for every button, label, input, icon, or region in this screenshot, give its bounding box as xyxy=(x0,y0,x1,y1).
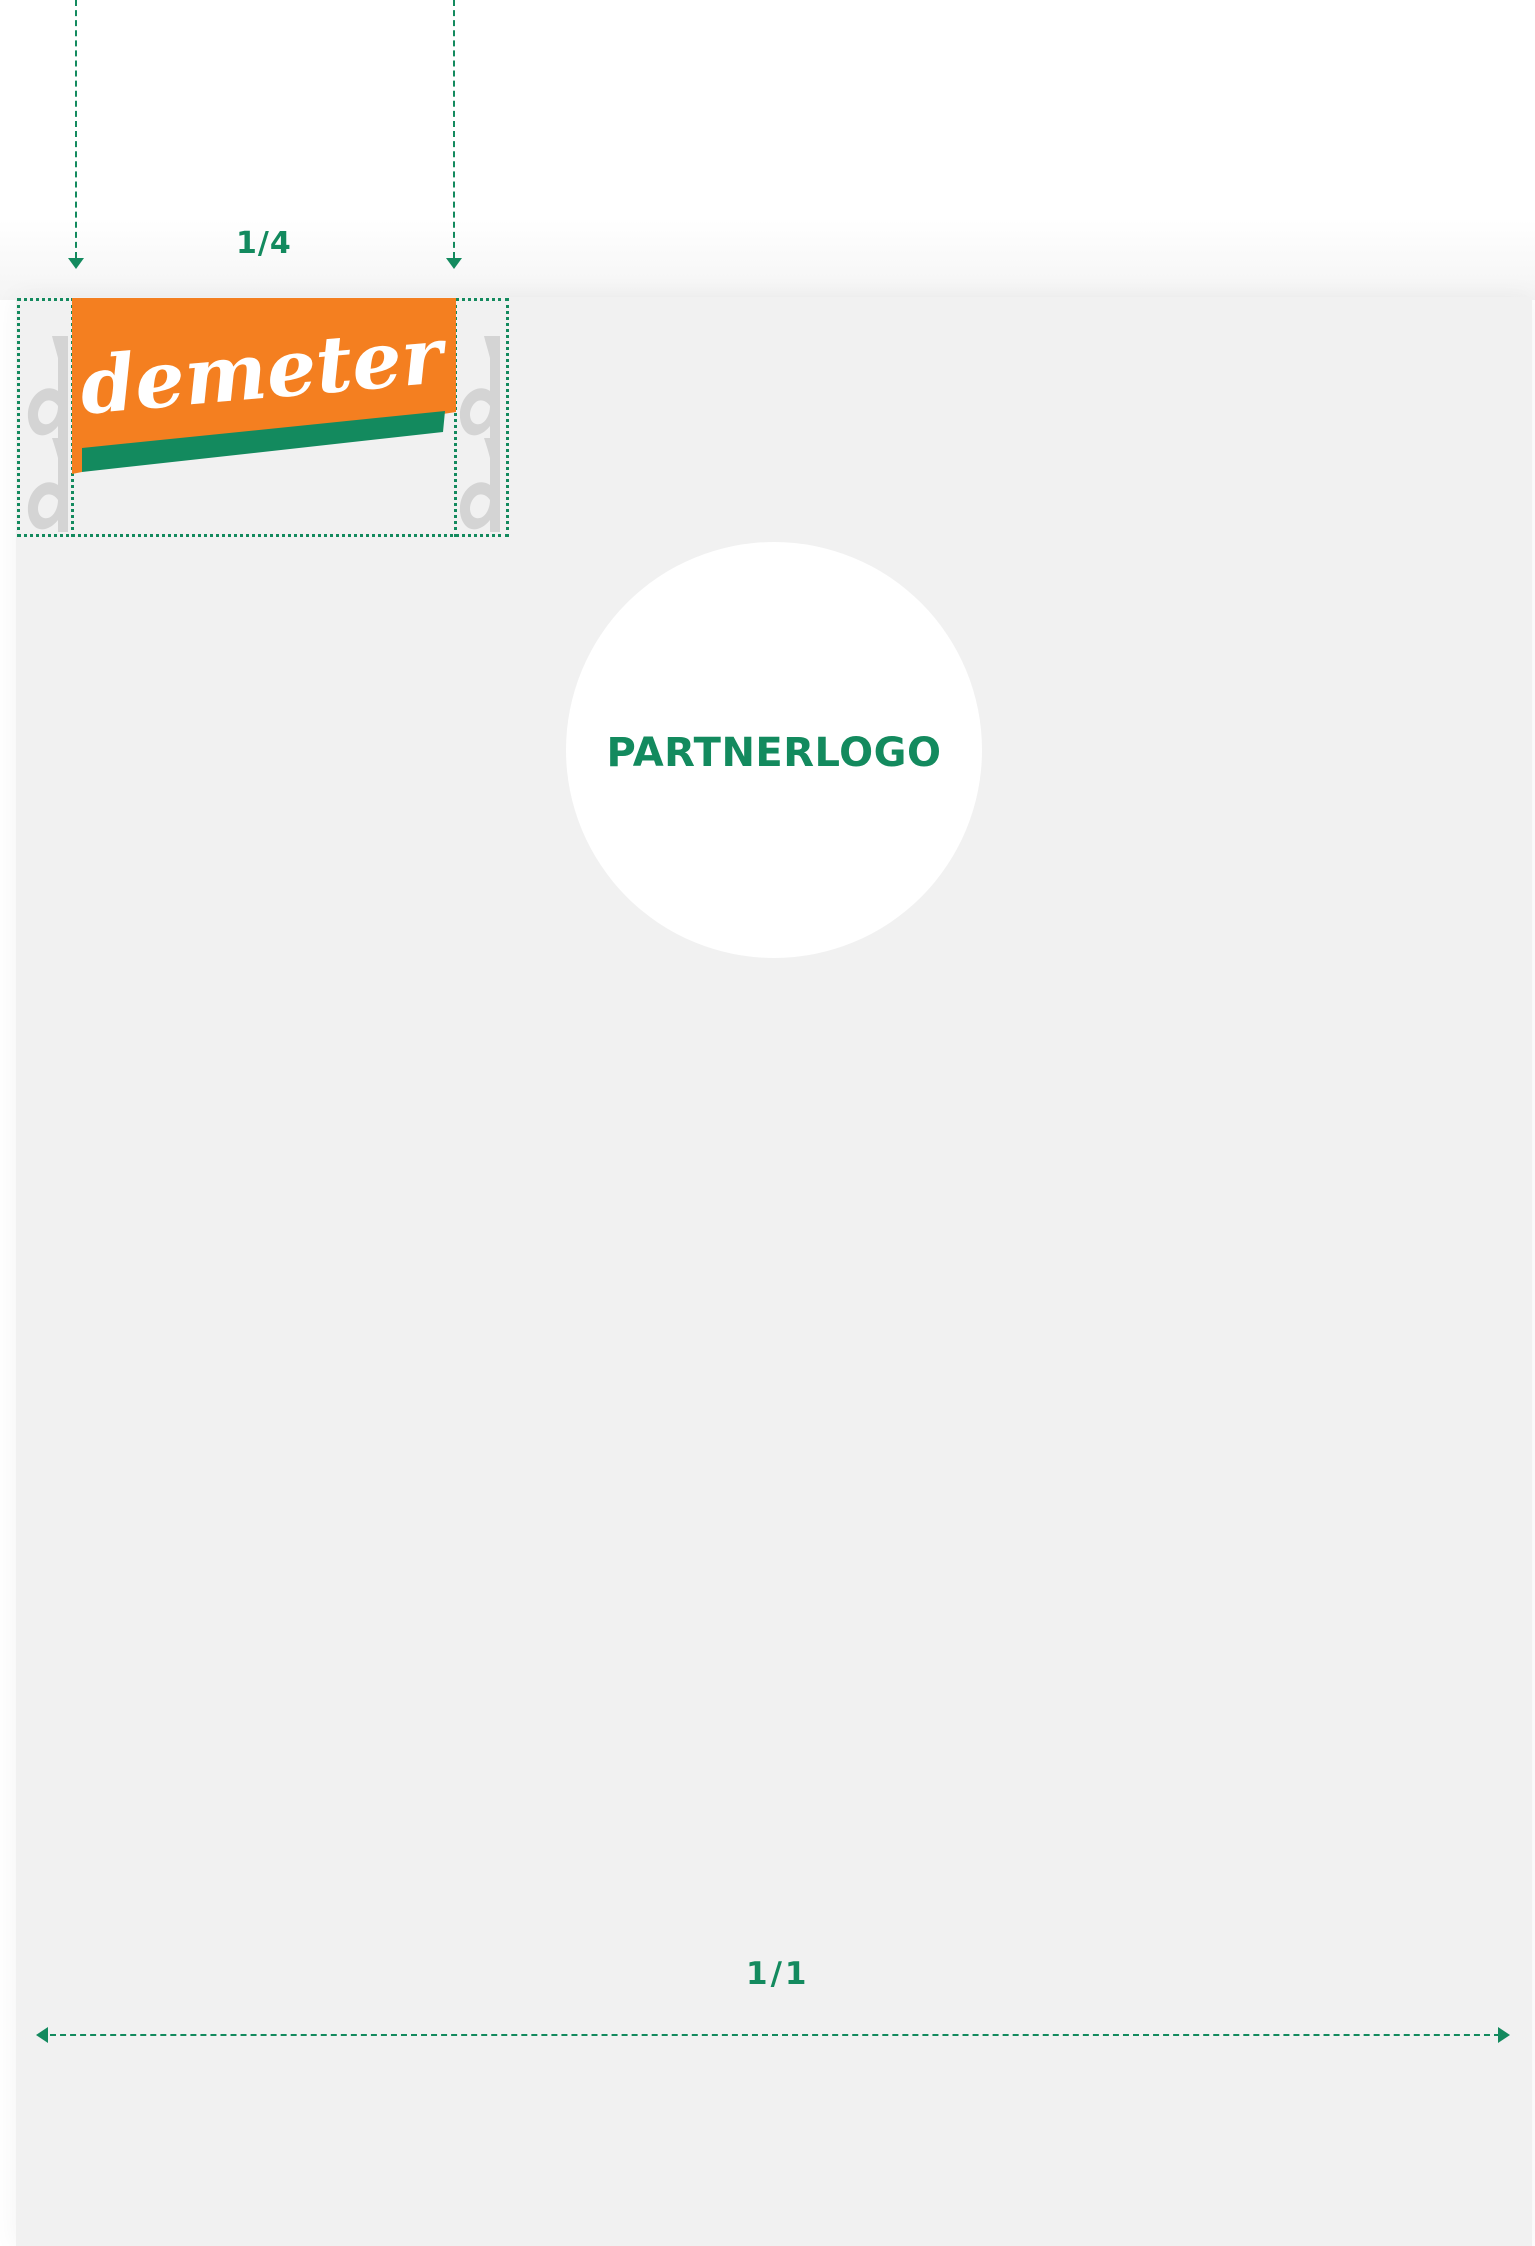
top-fade xyxy=(0,220,1535,300)
demeter-logo-mark: demeter xyxy=(72,298,456,474)
dimension-guide-left xyxy=(75,0,77,258)
quarter-width-label: 1/4 xyxy=(236,226,292,261)
arrow-down-icon xyxy=(68,258,84,269)
full-width-guide xyxy=(50,2034,1500,2036)
dimension-guide-right xyxy=(453,0,455,258)
arrow-left-icon xyxy=(36,2027,48,2043)
partner-logo-label: PARTNERLOGO xyxy=(606,730,942,776)
arrow-down-icon xyxy=(446,258,462,269)
layout-guideline-page: 1/4 demeter PARTNERLOGO 1/1 xyxy=(0,0,1535,2246)
arrow-right-icon xyxy=(1498,2027,1510,2043)
demeter-logo: demeter xyxy=(72,298,456,474)
full-width-label: 1/1 xyxy=(746,1956,810,1992)
